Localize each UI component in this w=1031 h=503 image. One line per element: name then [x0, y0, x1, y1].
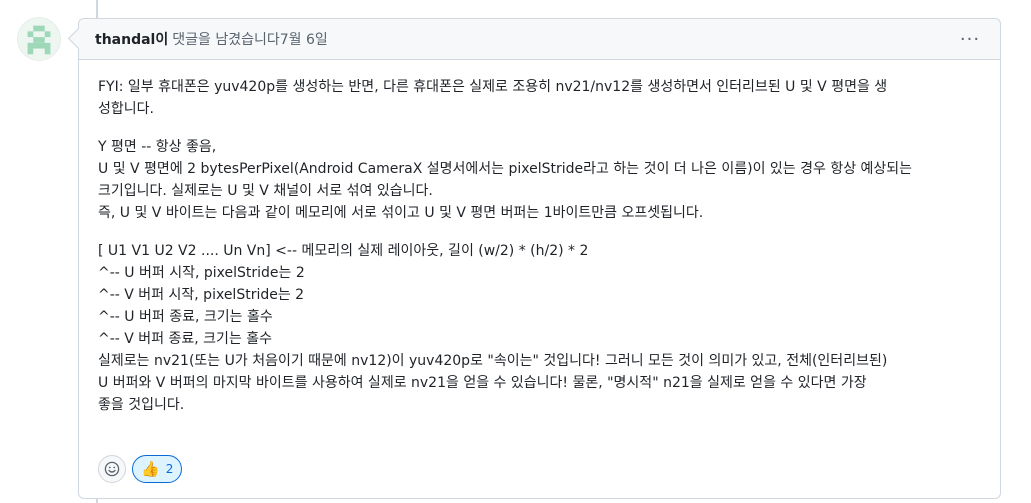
identicon-icon	[18, 18, 60, 60]
comment-date[interactable]: 7월 6일	[280, 29, 328, 49]
text-line: [ U1 V1 U2 V2 .... Un Vn] <-- 메모리의 실제 레이…	[98, 243, 589, 259]
thumbs-up-reaction-button[interactable]: 👍 2	[132, 455, 183, 483]
reactions-bar: 👍 2	[98, 455, 183, 483]
thumbs-up-icon: 👍	[141, 459, 160, 478]
text-line: 성합니다.	[98, 101, 154, 117]
paragraph-planes: Y 평면 -- 항상 좋음, U 및 V 평면에 2 bytesPerPixel…	[98, 136, 981, 224]
text-line: ^-- U 버퍼 종료, 크기는 홀수	[98, 309, 273, 325]
text-line: 즉, U 및 V 바이트는 다음과 같이 메모리에 서로 섞이고 U 및 V 평…	[98, 205, 704, 221]
text-line: 좋을 것입니다.	[98, 397, 185, 413]
smiley-icon	[104, 461, 120, 477]
avatar[interactable]	[17, 17, 61, 61]
paragraph-layout: [ U1 V1 U2 V2 .... Un Vn] <-- 메모리의 실제 레이…	[98, 240, 981, 416]
add-reaction-button[interactable]	[98, 455, 126, 483]
more-options-icon[interactable]: ···	[958, 29, 982, 50]
text-line: ^-- U 버퍼 시작, pixelStride는 2	[98, 265, 305, 281]
text-line: ^-- V 버퍼 시작, pixelStride는 2	[98, 287, 305, 303]
text-line: Y 평면 -- 항상 좋음,	[98, 139, 217, 155]
text-line: ^-- V 버퍼 종료, 크기는 홀수	[98, 331, 273, 347]
paragraph-fyi: FYI: 일부 휴대폰은 yuv420p를 생성하는 반면, 다른 휴대폰은 실…	[98, 76, 981, 120]
reaction-count: 2	[165, 462, 174, 476]
text-line: FYI: 일부 휴대폰은 yuv420p를 생성하는 반면, 다른 휴대폰은 실…	[98, 79, 888, 95]
text-line: U 및 V 평면에 2 bytesPerPixel(Android Camera…	[98, 161, 913, 177]
comment-action: 댓글을 남겼습니다	[172, 32, 280, 48]
comment-card: thandal이 댓글을 남겼습니다 7월 6일 ··· FYI: 일부 휴대폰…	[78, 18, 1001, 499]
comment-body: FYI: 일부 휴대폰은 yuv420p를 생성하는 반면, 다른 휴대폰은 실…	[79, 60, 1000, 416]
text-line: U 버퍼와 V 버퍼의 마지막 바이트를 사용하여 실제로 nv21을 얻을 수…	[98, 375, 867, 391]
comment-header: thandal이 댓글을 남겼습니다 7월 6일 ···	[79, 19, 1000, 60]
author-name[interactable]: thandal이	[95, 29, 168, 49]
text-line: 실제로는 nv21(또는 U가 처음이기 때문에 nv12)이 yuv420p로…	[98, 353, 888, 369]
text-line: 크기입니다. 실제로는 U 및 V 채널이 서로 섞여 있습니다.	[98, 183, 433, 199]
